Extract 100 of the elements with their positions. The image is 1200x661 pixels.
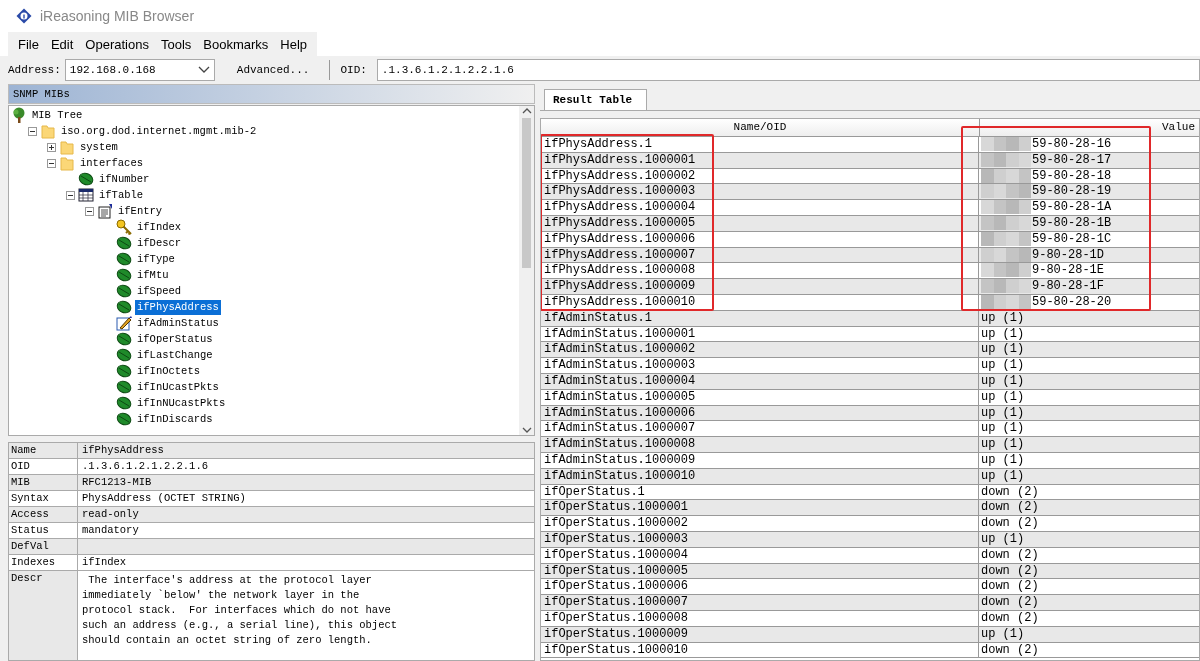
property-label: Name: [9, 443, 78, 458]
property-value: mandatory: [81, 523, 139, 538]
table-cell: down (2): [981, 516, 1039, 531]
menu-item[interactable]: File: [12, 33, 45, 55]
collapse-toggle[interactable]: [28, 126, 37, 136]
table-cell: down (2): [981, 595, 1039, 610]
table-cell: ifOperStatus.1000003: [541, 531, 979, 547]
property-label: DefVal: [9, 539, 78, 554]
table-cell: ifAdminStatus.1000005: [541, 389, 979, 405]
collapse-toggle[interactable]: [66, 190, 75, 200]
table-cell: ifPhysAddress.1000010: [541, 294, 979, 310]
column-header[interactable]: Name/OID: [541, 119, 980, 136]
table-cell: up (1): [981, 358, 1025, 373]
tree-item[interactable]: ifEntry: [116, 203, 165, 219]
table-cell: ifPhysAddress.1000001: [541, 152, 979, 168]
leaf-icon: [116, 251, 132, 267]
collapse-toggle[interactable]: [85, 206, 94, 216]
leaf-icon: [116, 299, 132, 315]
leaf-icon: [116, 331, 132, 347]
leaf-icon: [116, 283, 132, 299]
table-cell: up (1): [981, 373, 1025, 389]
leaf-icon: [116, 363, 132, 379]
tree-item[interactable]: interfaces: [78, 155, 145, 171]
tree-item[interactable]: ifTable: [97, 187, 146, 203]
table-cell: 9-80-28-1E: [1032, 263, 1104, 279]
address-combo[interactable]: 192.168.0.168: [64, 59, 215, 81]
table-cell: 59-80-28-20: [1032, 294, 1112, 310]
property-value: The interface's address at the protocol layer immediately `below' the network layer in the protocol stack. For interfaces which do not have such an address (e.g., a serial line), this object should contain an octet string of zero length.: [81, 573, 398, 648]
property-label: Indexes: [9, 555, 78, 570]
menu-item[interactable]: Edit: [44, 33, 80, 55]
scroll-up-icon[interactable]: [521, 106, 532, 116]
tree-item[interactable]: ifLastChange: [135, 347, 215, 363]
leaf-icon: [116, 411, 132, 427]
table-cell: down (2): [981, 484, 1039, 500]
tree-item[interactable]: ifAdminStatus: [135, 315, 221, 331]
table-cell: ifOperStatus.1000007: [541, 595, 979, 610]
table-cell: ifAdminStatus.1000002: [541, 342, 979, 358]
table-cell: down (2): [981, 579, 1039, 595]
table-cell: up (1): [981, 342, 1025, 358]
property-value: ifPhysAddress: [81, 443, 164, 458]
table-cell: ifAdminStatus.1000006: [541, 405, 979, 421]
tree-item[interactable]: ifInOctets: [135, 363, 202, 379]
scroll-down-icon[interactable]: [521, 425, 532, 435]
property-label: Syntax: [9, 491, 78, 506]
oid-field[interactable]: .1.3.6.1.2.1.2.2.1.6: [376, 59, 1200, 81]
table-cell: ifPhysAddress.1000004: [541, 200, 979, 215]
table-cell: ifPhysAddress.1000009: [541, 279, 979, 294]
table-cell: ifAdminStatus.1: [541, 310, 979, 326]
table-cell: ifAdminStatus.1000009: [541, 452, 979, 468]
tree-item[interactable]: ifInNUcastPkts: [135, 395, 228, 411]
table-cell: down (2): [981, 500, 1039, 516]
table-icon: [78, 187, 94, 203]
table-cell: up (1): [981, 468, 1025, 484]
column-header[interactable]: Value: [980, 119, 1199, 136]
collapse-toggle[interactable]: [47, 158, 56, 168]
tree-item[interactable]: ifInUcastPkts: [135, 379, 221, 395]
app-logo-icon: [16, 8, 32, 24]
table-cell: up (1): [981, 452, 1025, 468]
tree-item[interactable]: ifInDiscards: [135, 411, 215, 427]
menu-item[interactable]: Operations: [79, 33, 155, 55]
table-cell: ifAdminStatus.1000004: [541, 373, 979, 389]
folder-icon: [59, 155, 75, 171]
leaf-icon: [116, 379, 132, 395]
menu-item[interactable]: Help: [274, 33, 314, 55]
tree-item[interactable]: ifSpeed: [135, 283, 184, 299]
tree-item[interactable]: ifMtu: [135, 267, 171, 283]
table-cell: up (1): [981, 405, 1025, 421]
tree-item[interactable]: system: [78, 139, 120, 155]
tree-item[interactable]: iso.org.dod.internet.mgmt.mib-2: [59, 123, 259, 139]
expand-toggle[interactable]: [47, 142, 56, 152]
panel-header: SNMP MIBs: [8, 84, 535, 104]
address-label: Address:: [8, 64, 61, 76]
table-cell: ifPhysAddress.1000002: [541, 168, 979, 184]
property-value: ifIndex: [81, 555, 127, 570]
tab[interactable]: Result Table: [544, 89, 648, 110]
table-cell: ifOperStatus.1000001: [541, 500, 979, 516]
scrollbar[interactable]: [519, 106, 534, 435]
property-label: Status: [9, 523, 78, 538]
table-cell: up (1): [981, 389, 1025, 405]
key-icon: [116, 219, 132, 235]
table-cell: ifAdminStatus.1000007: [541, 421, 979, 437]
tree-item[interactable]: MIB Tree: [30, 107, 85, 123]
property-label: Access: [9, 507, 78, 522]
tree-item[interactable]: ifIndex: [135, 219, 184, 235]
advanced-button[interactable]: Advanced...: [226, 61, 320, 79]
tree-item[interactable]: ifType: [135, 251, 177, 267]
folder-icon: [59, 139, 75, 155]
tree-item[interactable]: ifDescr: [135, 235, 184, 251]
table-cell: ifPhysAddress.1000008: [541, 263, 979, 279]
tree-item[interactable]: ifPhysAddress: [135, 299, 221, 315]
menu-item[interactable]: Bookmarks: [197, 33, 275, 55]
tree-item[interactable]: ifNumber: [97, 171, 152, 187]
tree-item[interactable]: ifOperStatus: [135, 331, 215, 347]
table-cell: up (1): [981, 437, 1025, 452]
leaf-icon: [116, 347, 132, 363]
table-cell: up (1): [981, 421, 1025, 437]
table-cell: down (2): [981, 610, 1039, 626]
table-cell: down (2): [981, 547, 1039, 563]
property-value: .1.3.6.1.2.1.2.2.1.6: [81, 459, 209, 474]
menu-item[interactable]: Tools: [154, 33, 198, 55]
